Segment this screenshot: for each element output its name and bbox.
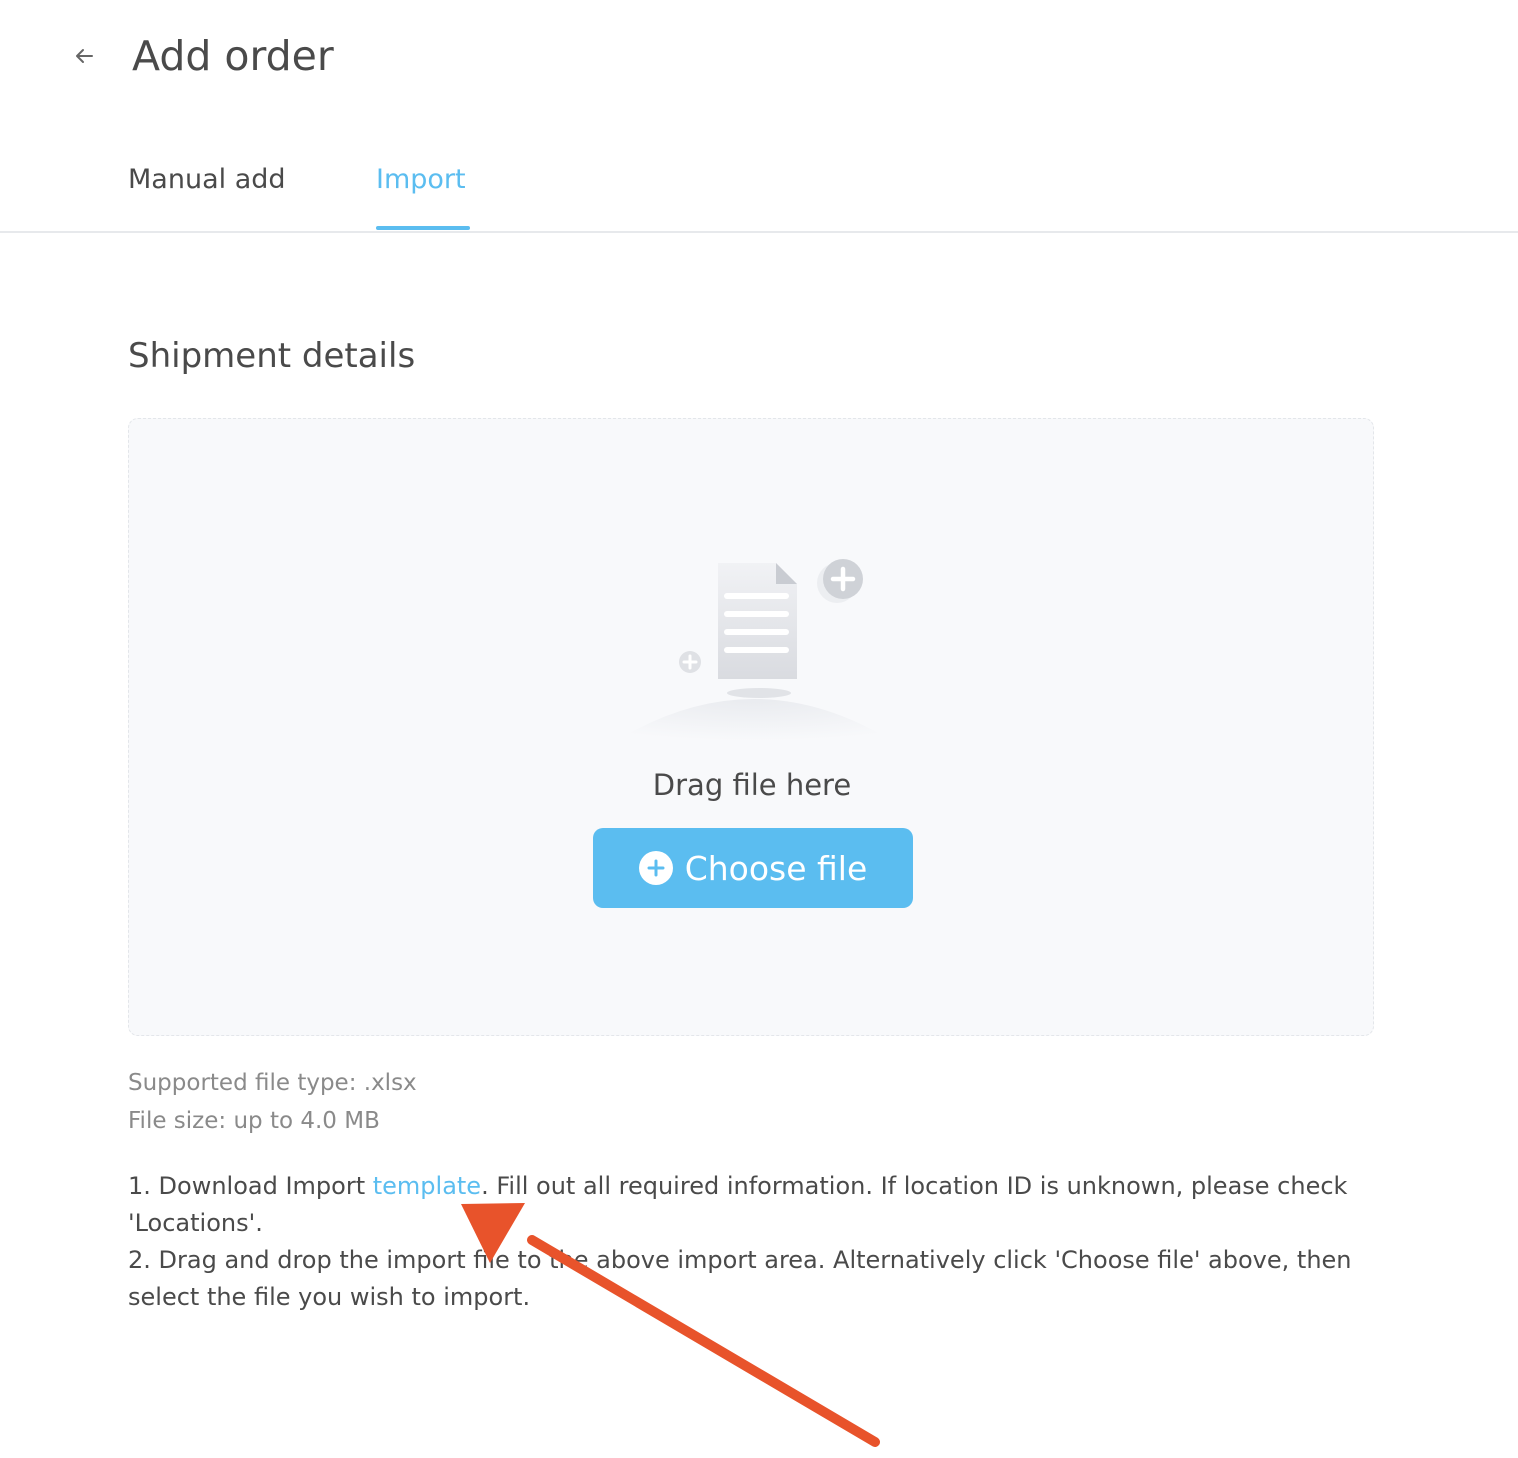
arrow-left-icon [76, 49, 93, 63]
page-header: Add order [0, 0, 1518, 110]
supported-file-type: Supported file type: .xlsx [128, 1070, 417, 1096]
import-instructions: 1. Download Import template. Fill out al… [128, 1168, 1378, 1316]
file-dropzone[interactable]: Drag file here Choose file [128, 418, 1374, 1036]
tab-bar: Manual add Import [0, 140, 1518, 233]
active-tab-indicator [376, 226, 470, 230]
document-upload-icon [589, 559, 919, 759]
instruction-step-1: 1. Download Import template. Fill out al… [128, 1168, 1378, 1242]
file-size-limit: File size: up to 4.0 MB [128, 1108, 380, 1134]
choose-file-label: Choose file [684, 848, 868, 888]
tab-import[interactable]: Import [376, 162, 466, 198]
back-button[interactable] [68, 40, 100, 72]
template-download-link[interactable]: template [373, 1172, 481, 1200]
file-requirements: Supported file type: .xlsx File size: up… [128, 1064, 417, 1140]
section-title: Shipment details [128, 336, 416, 376]
step1-prefix: 1. Download Import [128, 1172, 373, 1200]
choose-file-button[interactable]: Choose file [593, 828, 913, 908]
page-title: Add order [132, 32, 334, 80]
instruction-step-2: 2. Drag and drop the import file to the … [128, 1246, 1352, 1311]
plus-circle-icon [638, 851, 673, 885]
drag-hint: Drag file here [652, 768, 852, 802]
tab-manual-add[interactable]: Manual add [128, 162, 286, 198]
